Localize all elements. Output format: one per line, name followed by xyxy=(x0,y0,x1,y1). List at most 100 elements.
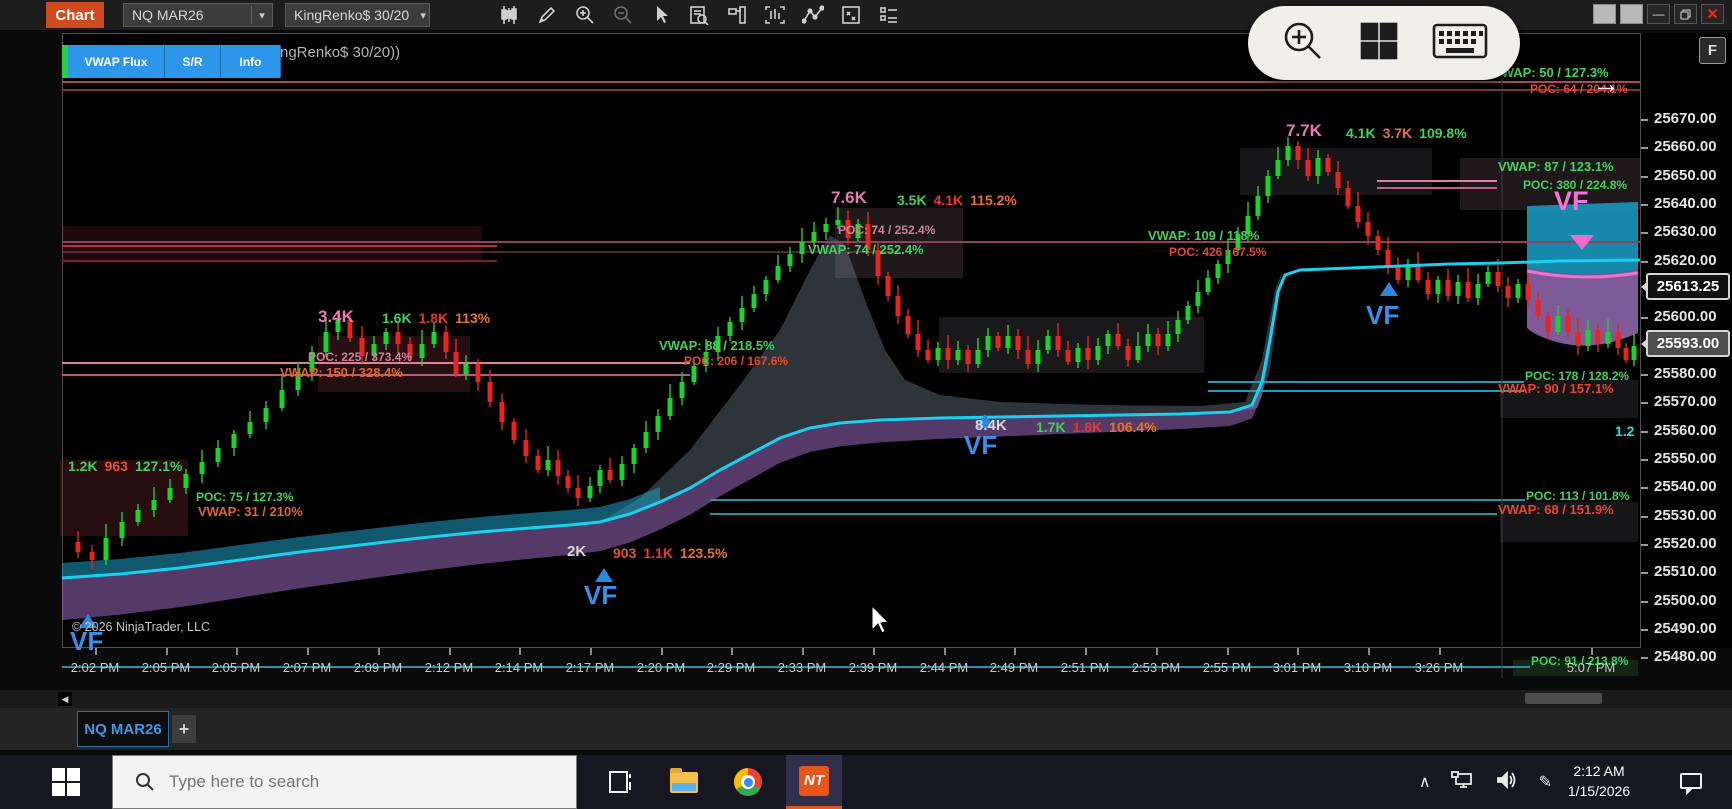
candle-body xyxy=(1286,146,1291,160)
time-tick xyxy=(519,648,521,655)
time-tick-label: 2:14 PM xyxy=(495,660,543,675)
candle-body xyxy=(1116,334,1121,346)
cursor-icon[interactable] xyxy=(648,3,674,27)
price-tick xyxy=(1641,572,1648,574)
restore-button[interactable] xyxy=(1674,4,1697,24)
clock-date: 1/15/2026 xyxy=(1554,782,1644,802)
candle-body xyxy=(800,242,805,254)
candle-body xyxy=(1536,300,1541,316)
path-tool-icon[interactable] xyxy=(800,3,826,27)
zoom-in-icon[interactable] xyxy=(572,3,598,27)
sr-button[interactable]: S/R xyxy=(165,45,221,78)
candle-body xyxy=(1026,350,1031,364)
candle-body xyxy=(1046,336,1051,350)
zoom-in-icon[interactable] xyxy=(1280,18,1326,69)
candle-body xyxy=(1276,160,1281,176)
time-tick-label: 3:10 PM xyxy=(1344,660,1392,675)
candle-body xyxy=(556,460,561,476)
time-tick xyxy=(731,648,733,655)
candle-body xyxy=(1196,292,1201,306)
candle-body xyxy=(1606,332,1611,344)
price-tick-label: 25510.00 xyxy=(1654,563,1717,580)
candle-body xyxy=(588,486,593,498)
keyboard-icon[interactable] xyxy=(1432,21,1488,66)
drawing-objects-list-icon[interactable] xyxy=(876,3,902,27)
zone-box xyxy=(1500,502,1638,542)
window-button-a[interactable] xyxy=(1593,4,1616,24)
instrument-selector[interactable]: NQ MAR26 ▾ xyxy=(123,3,273,27)
search-input[interactable] xyxy=(167,771,551,793)
candle-body xyxy=(1306,160,1311,176)
chart-panel: VWAP Flux S/R Info ngRenko$ 30/20)) © 20… xyxy=(0,30,1732,755)
chart-template-icon[interactable] xyxy=(838,3,864,27)
price-axis[interactable]: F 25670.0025660.0025650.0025640.0025630.… xyxy=(1640,33,1732,648)
start-button[interactable] xyxy=(52,768,80,796)
volume-icon[interactable] xyxy=(1495,770,1519,795)
action-center-icon[interactable] xyxy=(1678,771,1704,800)
series-selector[interactable]: KingRenko$ 30/20 ▾ xyxy=(285,3,430,27)
candle-body xyxy=(1206,278,1211,292)
price-tick-label: 25620.00 xyxy=(1654,252,1717,269)
taskbar-clock[interactable]: 2:12 AM 1/15/2026 xyxy=(1554,762,1644,802)
candle-body xyxy=(90,552,95,560)
candle-body xyxy=(1366,222,1371,236)
candle-body xyxy=(232,434,237,448)
time-tick xyxy=(1591,648,1593,655)
ninjatrader-taskbar-icon[interactable]: NT xyxy=(786,755,842,809)
time-tick xyxy=(307,648,309,655)
candle-body xyxy=(1596,330,1601,344)
time-tick-label: 2:09 PM xyxy=(354,660,402,675)
time-tick xyxy=(449,648,451,655)
network-icon[interactable] xyxy=(1451,770,1475,795)
bar-analysis-icon[interactable] xyxy=(762,3,788,27)
candle-body xyxy=(488,382,493,402)
candle-body xyxy=(1356,206,1361,222)
candle-body xyxy=(764,280,769,294)
task-view-icon[interactable] xyxy=(592,755,648,809)
candle-body xyxy=(1556,316,1561,332)
vf-up-triangle xyxy=(1380,282,1398,296)
drawing-pencil-icon[interactable] xyxy=(534,3,560,27)
zoom-out-icon[interactable] xyxy=(610,3,636,27)
candle-body xyxy=(1166,334,1171,346)
grid-view-icon[interactable] xyxy=(1358,20,1400,67)
price-tick xyxy=(1641,176,1648,178)
minimize-button[interactable]: — xyxy=(1647,4,1670,24)
candle-body xyxy=(740,308,745,322)
candle-body xyxy=(476,364,481,382)
candle-body xyxy=(1516,284,1521,298)
taskbar-search[interactable] xyxy=(112,755,577,809)
vf-up-triangle xyxy=(595,568,613,582)
price-tick-label: 25560.00 xyxy=(1654,422,1717,439)
candle-body xyxy=(200,462,205,474)
price-tick-label: 25550.00 xyxy=(1654,450,1717,467)
last-price-marker: 25613.25 xyxy=(1646,273,1730,300)
pen-icon[interactable]: ✎ xyxy=(1539,772,1552,792)
time-tick-label: 2:53 PM xyxy=(1132,660,1180,675)
price-tick-label: 25490.00 xyxy=(1654,620,1717,637)
time-tick xyxy=(1085,648,1087,655)
vwap-flux-button[interactable]: VWAP Flux xyxy=(68,45,165,78)
candle-body xyxy=(1146,334,1151,346)
candle-body xyxy=(680,382,685,398)
candle-body xyxy=(1426,280,1431,294)
close-icon[interactable]: ✕ xyxy=(1701,4,1724,24)
candle-body xyxy=(1376,236,1381,250)
candle-body xyxy=(216,448,221,462)
candle-body xyxy=(360,338,365,356)
candlestick-chart-icon[interactable] xyxy=(496,3,522,27)
file-explorer-icon[interactable] xyxy=(656,755,712,809)
info-button[interactable]: Info xyxy=(221,45,281,78)
time-tick-label: 2:12 PM xyxy=(425,660,473,675)
chrome-icon[interactable] xyxy=(720,755,776,809)
regions-icon[interactable] xyxy=(724,3,750,27)
data-series-icon[interactable] xyxy=(686,3,712,27)
focus-button[interactable]: F xyxy=(1699,37,1726,64)
hidden-icons-chevron[interactable]: ∧ xyxy=(1419,772,1431,792)
chart-menu-tab[interactable]: Chart xyxy=(46,2,104,28)
window-button-b[interactable] xyxy=(1620,4,1643,24)
time-axis[interactable]: 2:02 PM2:05 PM2:05 PM2:07 PM2:09 PM2:12 … xyxy=(62,648,1640,684)
candle-body xyxy=(926,350,931,360)
candle-body xyxy=(608,470,613,480)
chart-canvas[interactable] xyxy=(0,30,1732,755)
